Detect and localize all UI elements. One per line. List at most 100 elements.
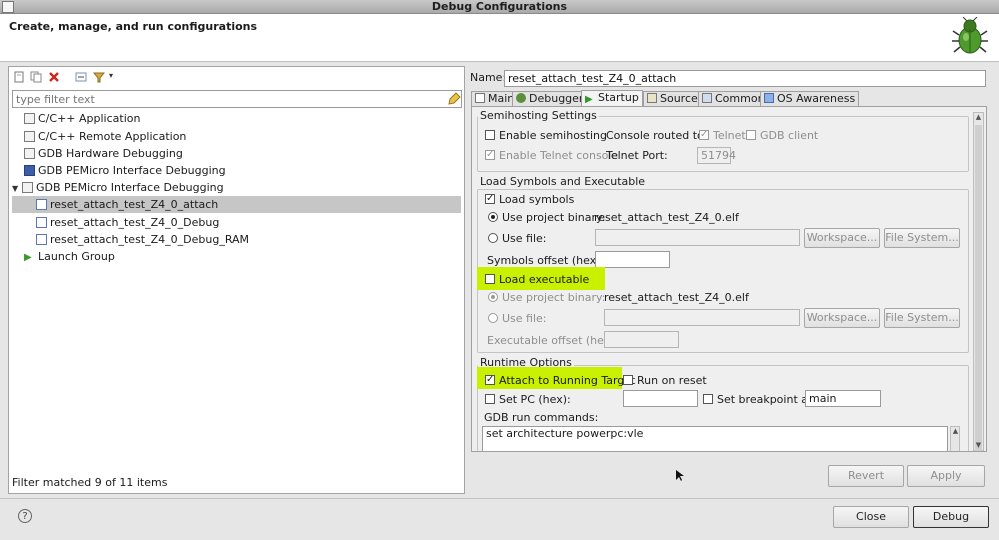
- tab-content-scrollbar[interactable]: ▲ ▼: [973, 112, 984, 451]
- config-icon: [36, 234, 47, 245]
- use-file-input[interactable]: [595, 229, 800, 246]
- exe-use-file-dot: [488, 313, 498, 323]
- help-icon[interactable]: ?: [18, 509, 32, 523]
- telnet-port-input[interactable]: 51794: [697, 147, 736, 164]
- symbols-offset-input[interactable]: [595, 251, 670, 268]
- enable-telnet-console-box: [485, 148, 495, 161]
- collapse-all-icon[interactable]: [75, 71, 87, 83]
- launch-group-icon: ▶: [24, 252, 32, 263]
- new-config-icon[interactable]: [13, 71, 25, 83]
- commands-scrollbar[interactable]: ▲: [950, 426, 960, 451]
- tab-source[interactable]: Source: [643, 91, 702, 106]
- mouse-cursor-icon: [676, 470, 684, 481]
- enable-semihosting-checkbox[interactable]: Enable semihosting: [485, 129, 607, 142]
- set-breakpoint-checkbox[interactable]: Set breakpoint at:: [703, 393, 816, 406]
- scroll-up-arrow-icon[interactable]: ▲: [974, 113, 983, 122]
- file-system-button[interactable]: File System...: [884, 228, 960, 248]
- symbols-offset-label: Symbols offset (hex):: [487, 254, 605, 267]
- apply-button[interactable]: Apply: [907, 465, 985, 487]
- tab-os-awareness[interactable]: OS Awareness: [760, 91, 860, 106]
- load-symbols-box: [485, 192, 495, 205]
- name-label: Name:: [470, 71, 507, 84]
- project-binary-value: reset_attach_test_Z4_0.elf: [594, 211, 739, 224]
- telnet-checkbox[interactable]: Telnet: [699, 128, 746, 142]
- bug-icon: [952, 17, 988, 54]
- name-row: Name:: [470, 70, 989, 88]
- workspace-button[interactable]: Workspace...: [804, 228, 880, 248]
- debugger-tab-icon: [516, 93, 526, 103]
- telnet-port-label: Telnet Port:: [606, 149, 668, 162]
- dialog-subtitle: Create, manage, and run configurations: [9, 20, 258, 33]
- exe-use-file-input[interactable]: [604, 309, 800, 326]
- enable-semihosting-box: [485, 130, 495, 140]
- tree-item-reset-debug-ram[interactable]: reset_attach_test_Z4_0_Debug_RAM: [36, 231, 249, 248]
- exe-file-system-button[interactable]: File System...: [884, 308, 960, 328]
- use-project-binary-radio[interactable]: Use project binary:: [488, 211, 605, 224]
- tab-startup[interactable]: ▶ Startup: [581, 90, 643, 106]
- load-executable-checkbox[interactable]: Load executable: [485, 273, 589, 286]
- tree-item-reset-debug[interactable]: reset_attach_test_Z4_0_Debug: [36, 214, 219, 231]
- executable-offset-input[interactable]: [604, 331, 679, 348]
- footer-separator: [0, 498, 999, 499]
- scrollbar-thumb[interactable]: [975, 125, 982, 451]
- duplicate-icon[interactable]: [30, 71, 42, 83]
- gdb-client-checkbox[interactable]: GDB client: [746, 129, 818, 142]
- scroll-up-icon[interactable]: ▲: [951, 427, 960, 436]
- executable-offset-label: Executable offset (hex):: [487, 334, 619, 347]
- exe-workspace-button[interactable]: Workspace...: [804, 308, 880, 328]
- exe-use-file-radio[interactable]: Use file:: [488, 312, 547, 325]
- enable-telnet-console-checkbox[interactable]: Enable Telnet console: [485, 148, 618, 162]
- tree-item-reset-attach[interactable]: reset_attach_test_Z4_0_attach: [12, 196, 461, 213]
- os-awareness-tab-icon: [764, 93, 774, 103]
- common-tab-icon: [702, 93, 712, 103]
- dropdown-icon[interactable]: ▾: [109, 71, 121, 83]
- c-app-icon: [22, 182, 33, 193]
- tree-item-c-cpp-remote-application[interactable]: C/C++ Remote Application: [24, 128, 186, 145]
- set-pc-input[interactable]: [623, 390, 698, 407]
- semihosting-title: Semihosting Settings: [478, 109, 599, 122]
- gdb-run-commands-textarea[interactable]: set architecture powerpc:vle: [482, 426, 948, 451]
- load-symbols-checkbox[interactable]: Load symbols: [485, 192, 574, 206]
- dialog-header: Create, manage, and run configurations: [0, 14, 999, 62]
- set-pc-checkbox[interactable]: Set PC (hex):: [485, 393, 571, 406]
- close-button[interactable]: Close: [833, 506, 909, 528]
- exe-use-project-binary-dot: [488, 292, 498, 302]
- startup-tab-content: Semihosting Settings Enable semihosting …: [471, 106, 987, 452]
- delete-icon[interactable]: [48, 71, 60, 83]
- use-file-radio[interactable]: Use file:: [488, 232, 547, 245]
- filter-input[interactable]: [12, 90, 462, 108]
- c-app-icon: [24, 131, 35, 142]
- set-breakpoint-box: [703, 394, 713, 404]
- filter-icon[interactable]: [93, 71, 105, 83]
- config-icon: [36, 217, 47, 228]
- load-symbols-title: Load Symbols and Executable: [478, 175, 648, 188]
- tree-item-gdb-pemicro-2[interactable]: ▼ GDB PEMicro Interface Debugging: [12, 179, 224, 196]
- scroll-down-arrow-icon[interactable]: ▼: [974, 441, 983, 450]
- gdb-client-box: [746, 130, 756, 140]
- c-app-icon: [24, 148, 35, 159]
- name-input[interactable]: [504, 70, 986, 87]
- tree-item-launch-group[interactable]: ▶ Launch Group: [24, 248, 115, 265]
- tab-debugger[interactable]: Debugger: [512, 91, 588, 106]
- tab-bar: Main Debugger ▶ Startup Source Common OS …: [471, 90, 991, 106]
- use-file-dot: [488, 233, 498, 243]
- filter-status: Filter matched 9 of 11 items: [12, 476, 168, 489]
- tree-item-gdb-hardware-debugging[interactable]: GDB Hardware Debugging: [24, 145, 183, 162]
- revert-button[interactable]: Revert: [828, 465, 904, 487]
- window-title-bar: Debug Configurations: [0, 0, 999, 14]
- exe-project-binary-value: reset_attach_test_Z4_0.elf: [604, 291, 749, 304]
- run-on-reset-box: [623, 375, 633, 385]
- expand-arrow-icon[interactable]: ▼: [12, 180, 22, 197]
- tree-item-c-cpp-application[interactable]: C/C++ Application: [24, 110, 140, 127]
- tree-item-gdb-pemicro-1[interactable]: GDB PEMicro Interface Debugging: [24, 162, 226, 179]
- tab-common[interactable]: Common: [698, 91, 769, 106]
- run-on-reset-checkbox[interactable]: Run on reset: [623, 374, 707, 387]
- exe-use-project-binary-radio[interactable]: Use project binary:: [488, 291, 605, 304]
- attach-to-running-target-box: [485, 373, 495, 386]
- window-menu-icon[interactable]: [2, 1, 14, 13]
- debug-button[interactable]: Debug: [913, 506, 989, 528]
- attach-to-running-target-checkbox[interactable]: Attach to Running Target: [485, 373, 635, 387]
- c-app-icon: [24, 113, 35, 124]
- clear-filter-icon[interactable]: [447, 92, 461, 106]
- breakpoint-input[interactable]: main: [805, 390, 881, 407]
